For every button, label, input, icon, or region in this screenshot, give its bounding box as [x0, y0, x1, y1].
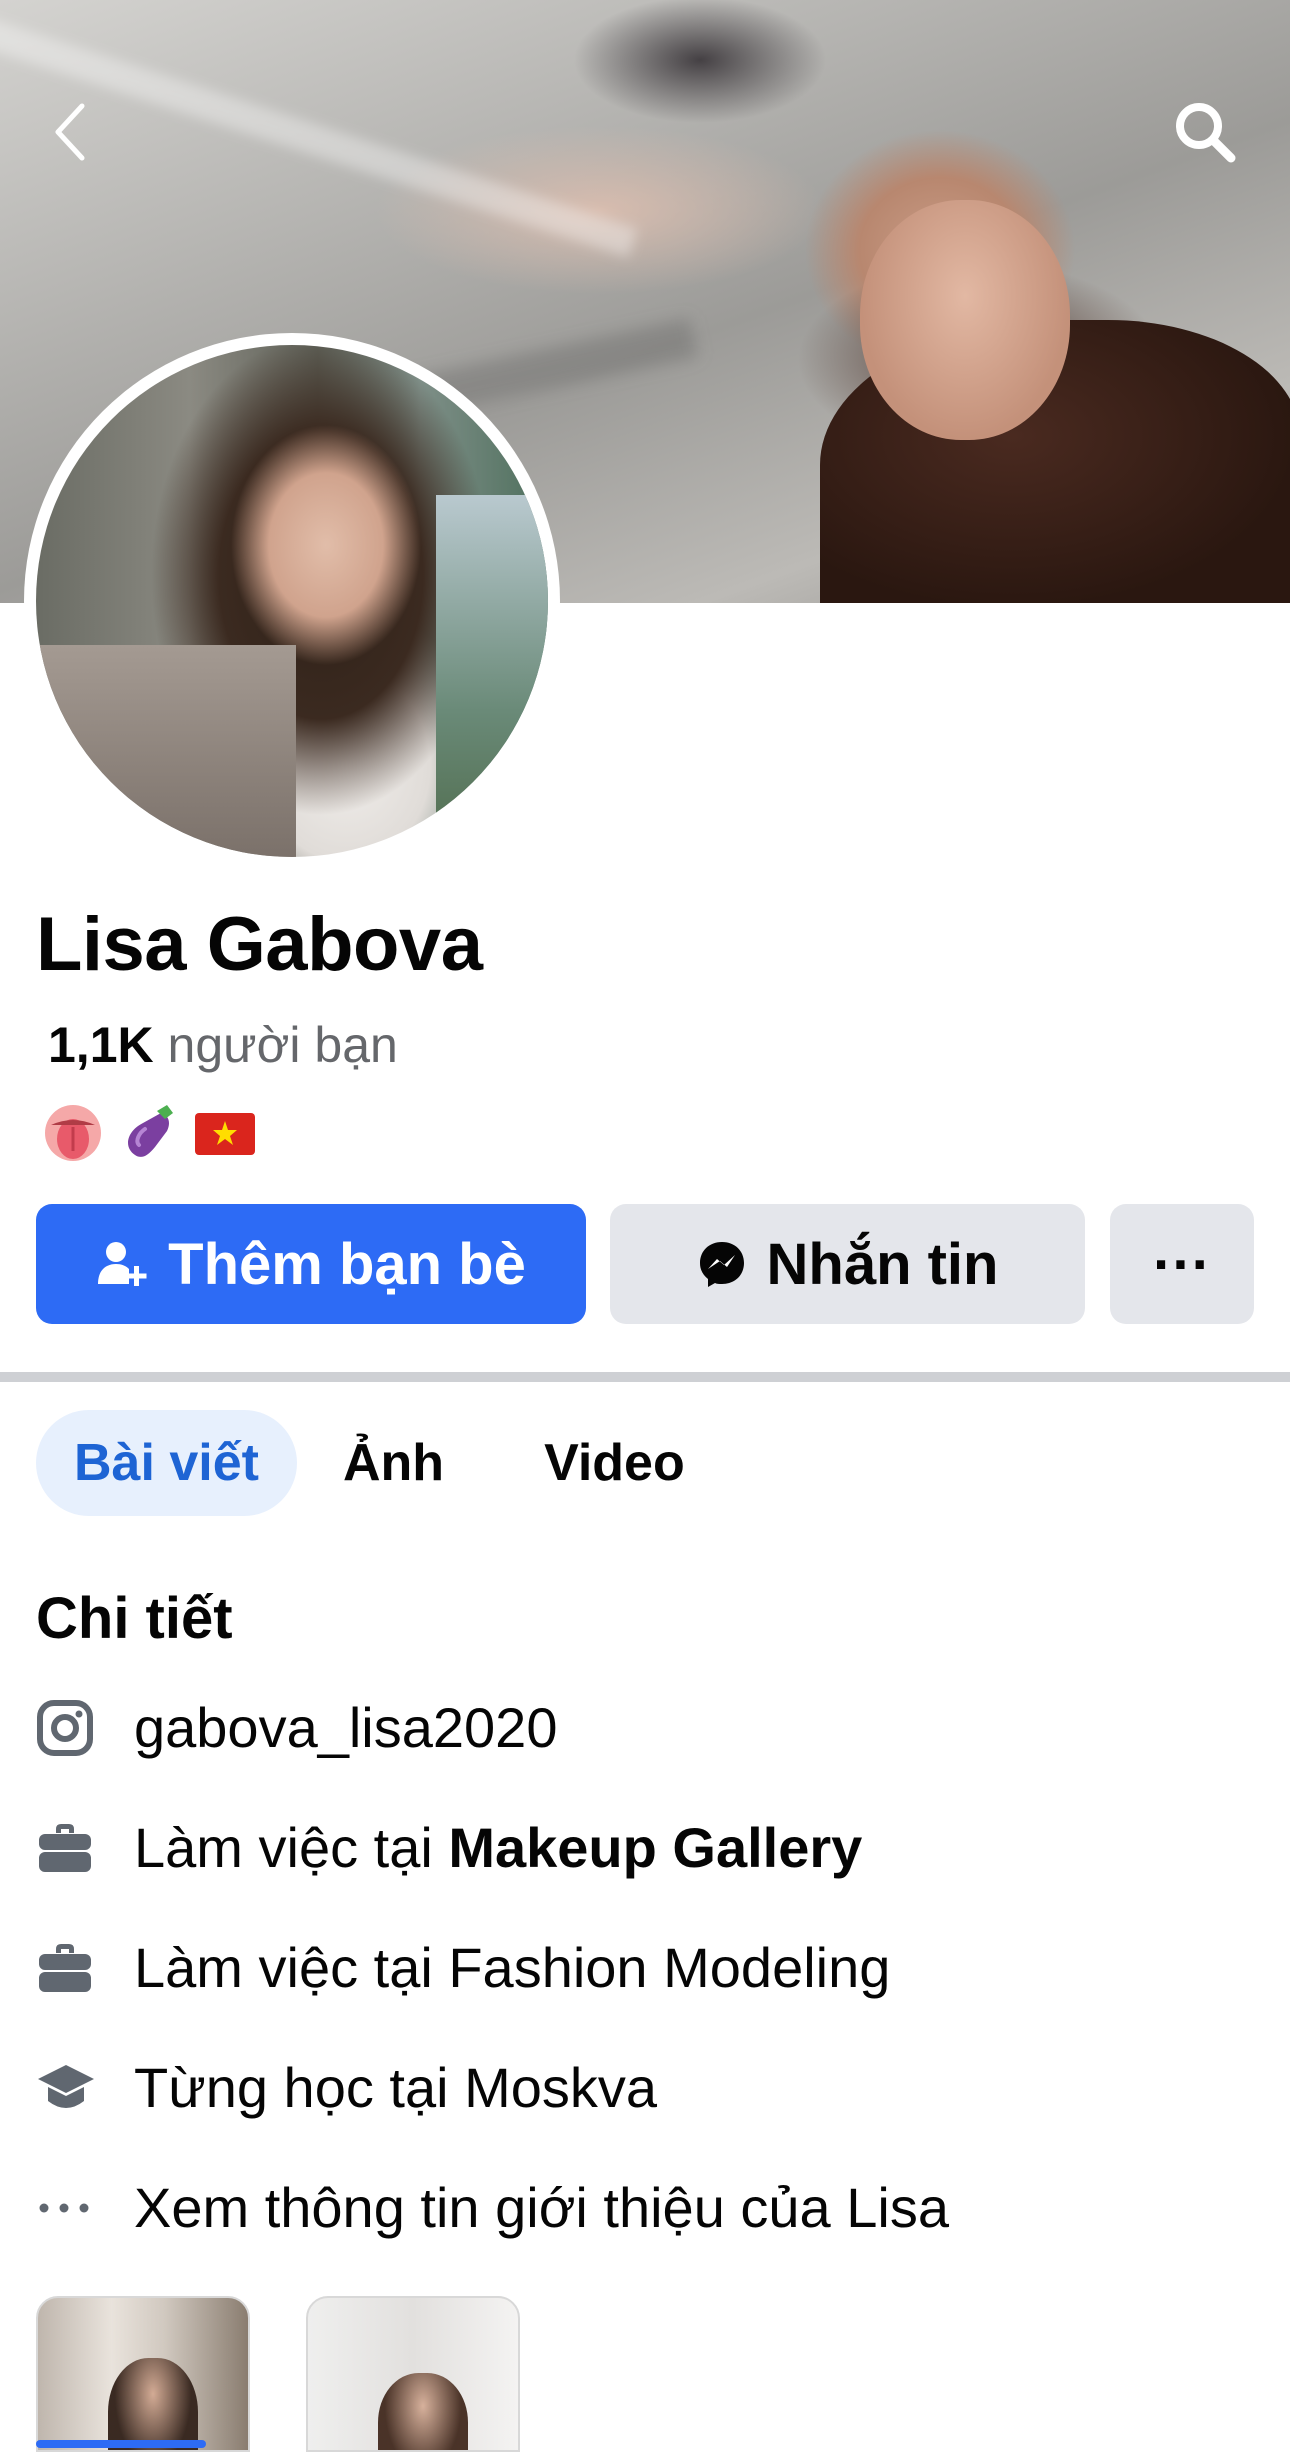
- friends-label: người bạn: [167, 1017, 398, 1073]
- instagram-icon: [36, 1697, 98, 1759]
- briefcase-icon: [36, 1937, 98, 1999]
- friends-number: 1,1K: [48, 1017, 154, 1073]
- profile-avatar[interactable]: [24, 333, 560, 869]
- add-friend-icon: [96, 1238, 148, 1290]
- detail-work-fashion[interactable]: Làm việc tại Fashion Modeling: [36, 1928, 890, 2008]
- eggplant-emoji: [116, 1100, 182, 1166]
- message-button[interactable]: Nhắn tin: [610, 1204, 1085, 1324]
- detail-text: Từng học tại Moskva: [134, 2056, 658, 2119]
- more-dots-icon: [36, 2177, 98, 2239]
- tongue-emoji: [40, 1100, 106, 1166]
- avatar-photo-detail: [436, 495, 548, 855]
- graduation-cap-icon: [36, 2057, 98, 2119]
- profile-name: Lisa Gabova: [36, 902, 483, 987]
- message-label: Nhắn tin: [766, 1231, 999, 1297]
- avatar-photo-detail: [36, 645, 296, 857]
- details-title: Chi tiết: [36, 1586, 233, 1651]
- tab-photos[interactable]: Ảnh: [323, 1410, 464, 1516]
- detail-education[interactable]: Từng học tại Moskva: [36, 2048, 657, 2128]
- messenger-icon: [697, 1239, 747, 1289]
- section-divider: [0, 1372, 1290, 1382]
- vietnam-flag-emoji: [192, 1100, 258, 1166]
- detail-text: Làm việc tại Fashion Modeling: [134, 1936, 891, 1999]
- detail-work-makeup[interactable]: Làm việc tại Makeup Gallery: [36, 1808, 862, 1888]
- detail-text: gabova_lisa2020: [134, 1696, 558, 1759]
- detail-see-about[interactable]: Xem thông tin giới thiệu của Lisa: [36, 2168, 949, 2248]
- detail-instagram[interactable]: gabova_lisa2020: [36, 1688, 557, 1768]
- thumbnail-figure: [378, 2373, 468, 2450]
- featured-photo-thumbnail[interactable]: [306, 2296, 520, 2452]
- search-icon: [1176, 103, 1236, 163]
- chevron-left-icon: [55, 103, 85, 161]
- featured-photo-thumbnail[interactable]: [36, 2296, 250, 2452]
- cover-photo-detail: [860, 200, 1070, 440]
- detail-text: Làm việc tại Makeup Gallery: [134, 1820, 862, 1876]
- more-options-button[interactable]: ···: [1110, 1204, 1254, 1324]
- detail-text-prefix: Làm việc tại: [134, 1816, 449, 1879]
- thumbnail-figure: [108, 2358, 198, 2450]
- scroll-indicator: [36, 2440, 206, 2448]
- briefcase-icon: [36, 1817, 98, 1879]
- add-friend-button[interactable]: Thêm bạn bè: [36, 1204, 586, 1324]
- detail-text: Xem thông tin giới thiệu của Lisa: [134, 2176, 949, 2239]
- more-options-label: ···: [1153, 1231, 1211, 1297]
- search-button[interactable]: [1165, 92, 1245, 172]
- add-friend-label: Thêm bạn bè: [168, 1231, 526, 1297]
- detail-text-employer[interactable]: Makeup Gallery: [448, 1816, 862, 1879]
- avatar-photo: [36, 345, 548, 857]
- bio-emojis: [40, 1100, 258, 1166]
- back-button[interactable]: [30, 92, 110, 172]
- tab-posts[interactable]: Bài viết: [36, 1410, 297, 1516]
- friends-count[interactable]: 1,1K người bạn: [48, 1020, 398, 1070]
- profile-tabs: Bài viết Ảnh Video: [36, 1410, 765, 1516]
- tab-videos[interactable]: Video: [524, 1410, 705, 1516]
